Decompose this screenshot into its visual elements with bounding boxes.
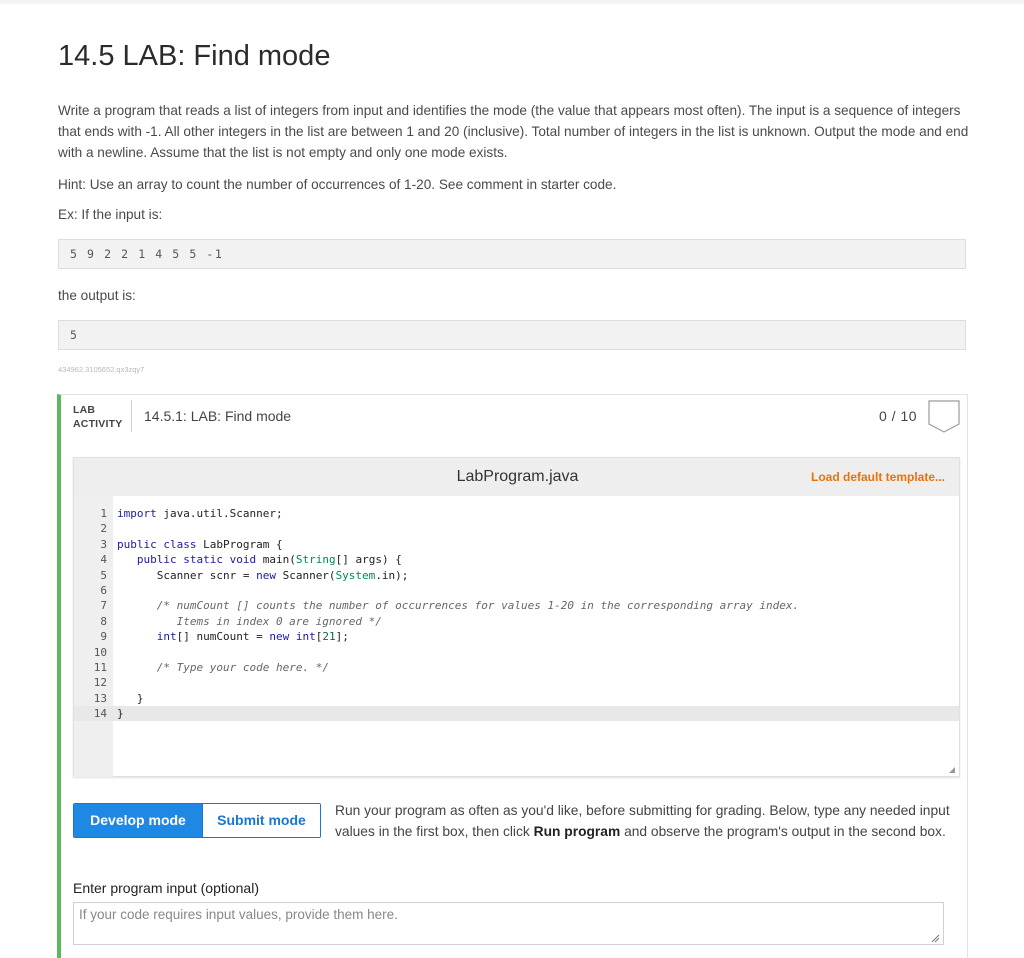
line-number: 6 bbox=[100, 583, 107, 597]
code-line[interactable]: 1 import java.util.Scanner; bbox=[74, 506, 959, 521]
output-intro: the output is: bbox=[58, 288, 136, 303]
code-line[interactable]: 13 } bbox=[74, 691, 959, 706]
lab-activity-label: LAB ACTIVITY bbox=[73, 403, 122, 431]
line-number: 3 bbox=[100, 537, 107, 551]
top-divider bbox=[0, 0, 1024, 4]
line-number: 12 bbox=[93, 676, 107, 690]
code-area[interactable]: 1 import java.util.Scanner; 2 3 public class… bbox=[74, 506, 959, 722]
problem-description: Write a program that reads a list of int… bbox=[58, 103, 969, 160]
code-line[interactable]: 10 bbox=[74, 645, 959, 660]
code-line[interactable]: 9 int[] numCount = new int[21]; bbox=[74, 629, 959, 644]
hint-text: Hint: Use an array to count the number o… bbox=[58, 177, 617, 192]
line-number: 5 bbox=[100, 568, 107, 582]
run-instructions-part2: and observe the program's output in the … bbox=[620, 824, 946, 839]
line-number: 14 bbox=[93, 707, 107, 721]
line-number: 13 bbox=[93, 691, 107, 705]
line-number: 9 bbox=[100, 630, 107, 644]
code-line[interactable]: 3 public class LabProgram { bbox=[74, 537, 959, 552]
code-text[interactable]: } bbox=[117, 706, 124, 721]
load-default-template-link[interactable]: Load default template... bbox=[811, 470, 945, 484]
code-line[interactable]: 11 /* Type your code here. */ bbox=[74, 660, 959, 675]
code-line[interactable]: 4 public static void main(String[] args)… bbox=[74, 552, 959, 567]
code-line[interactable]: 7 /* numCount [] counts the number of oc… bbox=[74, 598, 959, 613]
example-output-block: 5 bbox=[58, 320, 966, 350]
code-line[interactable]: 8 Items in index 0 are ignored */ bbox=[74, 614, 959, 629]
line-number: 8 bbox=[100, 614, 107, 628]
code-line[interactable]: 12 bbox=[74, 675, 959, 690]
code-text[interactable]: public class LabProgram { bbox=[117, 537, 283, 552]
shield-badge-icon bbox=[928, 400, 960, 433]
run-program-emphasis: Run program bbox=[533, 824, 621, 839]
code-text[interactable]: Scanner scnr = new Scanner(System.in); bbox=[117, 568, 409, 583]
example-input-block: 5 9 2 2 1 4 5 5 -1 bbox=[58, 239, 966, 269]
code-text[interactable]: import java.util.Scanner; bbox=[117, 506, 283, 521]
lab-label-line2: ACTIVITY bbox=[73, 418, 123, 430]
code-text[interactable]: Items in index 0 are ignored */ bbox=[117, 614, 382, 629]
code-text[interactable]: } bbox=[117, 691, 144, 706]
mode-toggle: Develop mode Submit mode bbox=[73, 803, 321, 838]
lab-activity-title: 14.5.1: LAB: Find mode bbox=[144, 408, 292, 424]
line-number: 7 bbox=[100, 599, 107, 613]
code-line[interactable]: 5 Scanner scnr = new Scanner(System.in); bbox=[74, 568, 959, 583]
program-input-label: Enter program input (optional) bbox=[73, 880, 259, 896]
code-text[interactable]: /* numCount [] counts the number of occu… bbox=[117, 598, 799, 613]
line-number: 1 bbox=[100, 507, 107, 520]
run-instructions: Run your program as often as you'd like,… bbox=[335, 800, 955, 842]
lab-activity-header: LAB ACTIVITY 14.5.1: LAB: Find mode 0 / … bbox=[61, 395, 967, 438]
header-divider bbox=[131, 400, 132, 432]
submit-mode-button[interactable]: Submit mode bbox=[202, 804, 320, 837]
line-number: 11 bbox=[93, 660, 107, 674]
editor-resize-handle[interactable] bbox=[949, 767, 955, 773]
page-title: 14.5 LAB: Find mode bbox=[58, 40, 331, 72]
develop-mode-button[interactable]: Develop mode bbox=[74, 804, 202, 837]
code-line[interactable]: 2 bbox=[74, 521, 959, 536]
input-resize-handle[interactable] bbox=[930, 933, 940, 943]
code-text[interactable]: public static void main(String[] args) { bbox=[117, 552, 402, 567]
program-input-field[interactable] bbox=[73, 902, 944, 945]
example-intro: Ex: If the input is: bbox=[58, 207, 163, 222]
code-text[interactable]: int[] numCount = new int[21]; bbox=[117, 629, 349, 644]
editor-header: LabProgram.java Load default template... bbox=[74, 458, 959, 496]
tracking-id: 434962.3105652.qx3zqy7 bbox=[58, 365, 145, 374]
code-line[interactable]: 6 bbox=[74, 583, 959, 598]
code-editor[interactable]: LabProgram.java Load default template...… bbox=[73, 457, 960, 777]
line-number: 2 bbox=[100, 522, 107, 536]
code-text[interactable]: /* Type your code here. */ bbox=[117, 660, 329, 675]
lab-activity-panel: LAB ACTIVITY 14.5.1: LAB: Find mode 0 / … bbox=[57, 394, 968, 958]
score-display: 0 / 10 bbox=[879, 408, 918, 424]
line-number: 4 bbox=[100, 553, 107, 567]
line-number: 10 bbox=[93, 645, 107, 659]
lab-label-line1: LAB bbox=[73, 404, 96, 416]
code-line[interactable]: 14} bbox=[74, 706, 959, 722]
